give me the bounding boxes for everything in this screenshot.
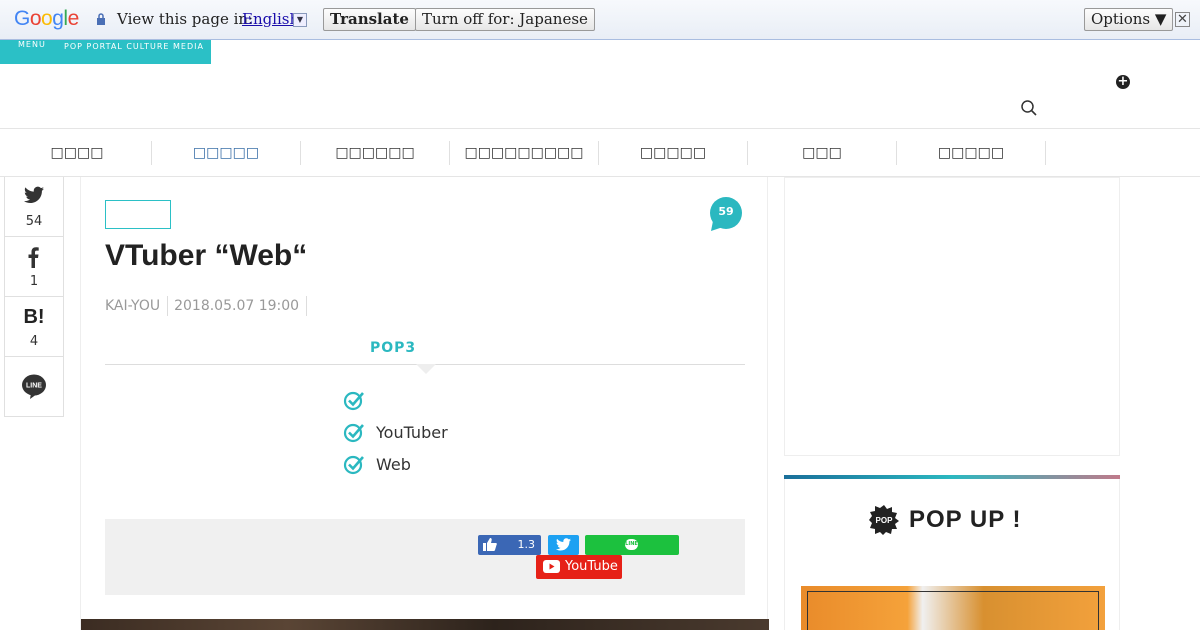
twitter-icon <box>24 186 44 203</box>
options-button[interactable]: Options ▼ <box>1084 8 1174 31</box>
pop-badge-label: POP <box>876 516 894 525</box>
popup-title: POP UP ! <box>909 506 1022 533</box>
share-column: 54 1 B! 4 LINE <box>4 177 64 417</box>
nav-item[interactable]: □□□□□ <box>897 141 1046 165</box>
translate-prompt: View this page in: <box>117 10 254 28</box>
facebook-like-button[interactable]: 1.3 <box>478 535 541 555</box>
nav-item[interactable]: □□□□ <box>3 141 152 165</box>
turn-off-button[interactable]: Turn off for: Japanese <box>415 8 595 31</box>
hero-image <box>81 619 769 630</box>
pop3-heading: POP3 <box>370 340 417 356</box>
nav-item[interactable]: □□□□□ <box>152 141 301 165</box>
hatena-share-button[interactable]: B! 4 <box>4 297 64 357</box>
language-link[interactable]: English <box>242 10 299 28</box>
translate-button[interactable]: Translate <box>323 8 416 31</box>
popup-banner-image[interactable] <box>801 586 1105 630</box>
twitter-share-button[interactable]: 54 <box>4 177 64 237</box>
google-logo-letter: g <box>52 7 64 30</box>
pop3-pointer <box>416 364 436 374</box>
line-icon: LINE <box>22 374 46 399</box>
publish-date: 2018.05.07 19:00 <box>174 296 308 316</box>
line-icon-label: LINE <box>26 383 42 390</box>
article-title: VTuber “Web“ <box>105 239 308 272</box>
close-icon[interactable]: ✕ <box>1175 12 1190 27</box>
google-logo-letter: o <box>29 7 42 30</box>
line-send-button[interactable]: LINE <box>585 535 679 555</box>
pop3-item-text: Web <box>376 455 411 474</box>
line-icon: LINE <box>625 539 638 550</box>
hatena-count: 4 <box>29 334 39 349</box>
popup-panel: POP POP UP ! <box>784 479 1120 630</box>
youtube-label: YouTube <box>565 559 618 574</box>
hatena-icon: B! <box>23 306 45 328</box>
plus-icon[interactable]: + <box>1116 75 1130 89</box>
thumbs-up-icon <box>483 538 497 551</box>
pop-badge-icon: POP <box>869 505 899 535</box>
check-circle-icon <box>343 391 364 411</box>
lock-icon <box>97 13 105 25</box>
comment-count[interactable]: 59 <box>707 205 745 218</box>
check-circle-icon <box>343 423 364 443</box>
google-logo-letter: G <box>14 7 30 30</box>
nav-item[interactable]: □□□□□ <box>599 141 748 165</box>
article-meta: KAI-YOU 2018.05.07 19:00 <box>105 296 313 316</box>
main-nav: □□□□ □□□□□ □□□□□□ □□□□□□□□□ □□□□□ □□□ □□… <box>0 128 1200 177</box>
article: 59 VTuber “Web“ KAI-YOU 2018.05.07 19:00 … <box>80 177 769 630</box>
facebook-icon <box>28 247 39 268</box>
site-tagline: POP PORTAL CULTURE MEDIA <box>64 42 204 51</box>
twitter-icon <box>556 538 571 551</box>
banner-frame <box>807 591 1099 630</box>
social-buttons-box: 1.3 LINE YouTube <box>105 519 745 595</box>
author[interactable]: KAI-YOU <box>105 296 169 316</box>
pop3-item-text: YouTuber <box>376 423 448 442</box>
ad-slot <box>784 177 1120 456</box>
nav-item[interactable]: □□□□□□□□□ <box>450 141 599 165</box>
nav-item[interactable]: □□□□□□ <box>301 141 450 165</box>
facebook-count: 1 <box>29 274 39 289</box>
check-circle-icon <box>343 455 364 475</box>
language-dropdown[interactable]: ▼ <box>293 13 307 27</box>
facebook-share-button[interactable]: 1 <box>4 237 64 297</box>
google-logo-letter: e <box>67 7 80 30</box>
menu-label[interactable]: MENU <box>18 40 46 49</box>
youtube-icon <box>543 560 560 573</box>
category-tag[interactable] <box>105 200 171 229</box>
nav-item[interactable]: □□□ <box>748 141 897 165</box>
line-share-button[interactable]: LINE <box>4 357 64 417</box>
like-count: 1.3 <box>517 538 536 551</box>
tweet-button[interactable] <box>548 535 579 555</box>
youtube-subscribe-button[interactable]: YouTube <box>536 555 622 579</box>
twitter-count: 54 <box>25 214 43 229</box>
translate-bar: Google View this page in: English ▼ Tran… <box>0 0 1200 40</box>
search-icon[interactable] <box>1020 99 1038 117</box>
google-logo: Google <box>14 7 79 31</box>
google-logo-letter: o <box>41 7 53 30</box>
site-logo-block[interactable]: MENU POP PORTAL CULTURE MEDIA <box>0 40 211 64</box>
